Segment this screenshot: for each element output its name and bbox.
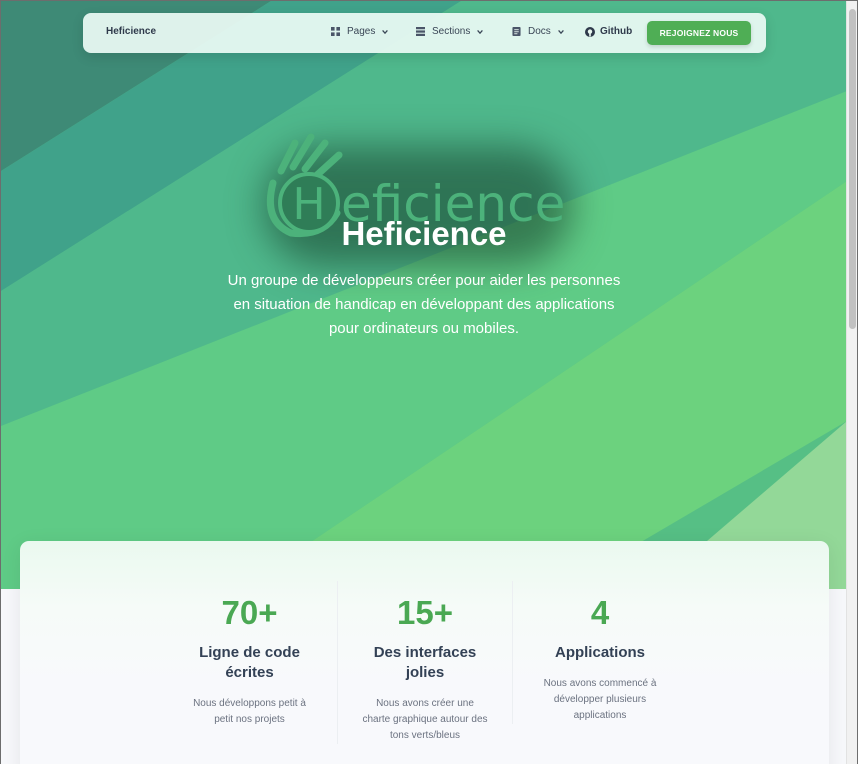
scrollbar-thumb[interactable] [849, 9, 856, 329]
nav-sections-label: Sections [432, 26, 471, 37]
github-icon [585, 26, 595, 37]
navbar-brand[interactable]: Heficience [106, 26, 156, 37]
hero-description: Un groupe de développeurs créer pour aid… [227, 272, 621, 337]
grid-icon [331, 27, 340, 36]
stats-card: 70+ Ligne de code écrites Nous développo… [20, 541, 829, 764]
stat-description: Nous avons créer une charte graphique au… [362, 698, 488, 741]
join-us-button[interactable]: REJOIGNEZ NOUS [647, 21, 751, 45]
chevron-down-icon [557, 29, 564, 34]
stat-item: 15+ Des interfaces jolies Nous avons cré… [337, 581, 512, 744]
browser-viewport: H eficience Heficience Un groupe de déve… [0, 0, 858, 764]
nav-sections-dropdown[interactable]: Sections [416, 26, 484, 37]
chevron-down-icon [477, 29, 484, 34]
stat-title: Des interfaces jolies [373, 644, 477, 681]
stat-title: Ligne de code écrites [199, 644, 300, 681]
stat-value: 15+ [397, 594, 453, 631]
top-navbar: Heficience Pages Sections Docs Github RE… [83, 13, 766, 53]
nav-pages-label: Pages [347, 26, 376, 37]
nav-github-label: Github [600, 26, 633, 37]
stat-title: Applications [554, 644, 645, 661]
nav-docs-label: Docs [528, 26, 551, 37]
stack-icon [416, 27, 425, 36]
stat-description: Nous développons petit à petit nos proje… [193, 698, 306, 725]
vertical-scrollbar[interactable] [846, 1, 857, 764]
document-icon [512, 27, 521, 36]
stat-item: 4 Applications Nous avons commencé à dév… [512, 581, 687, 724]
nav-pages-dropdown[interactable]: Pages [331, 26, 389, 37]
stat-value: 4 [590, 594, 610, 631]
stat-description: Nous avons commencé à développer plusieu… [543, 678, 657, 721]
stat-item: 70+ Ligne de code écrites Nous développo… [162, 581, 337, 728]
chevron-down-icon [382, 29, 389, 34]
hero-section: H eficience Heficience Un groupe de déve… [1, 1, 847, 589]
hero-title: Heficience [341, 215, 507, 252]
nav-docs-dropdown[interactable]: Docs [512, 26, 565, 37]
stat-value: 70+ [221, 594, 278, 631]
nav-github-link[interactable]: Github [585, 26, 632, 37]
